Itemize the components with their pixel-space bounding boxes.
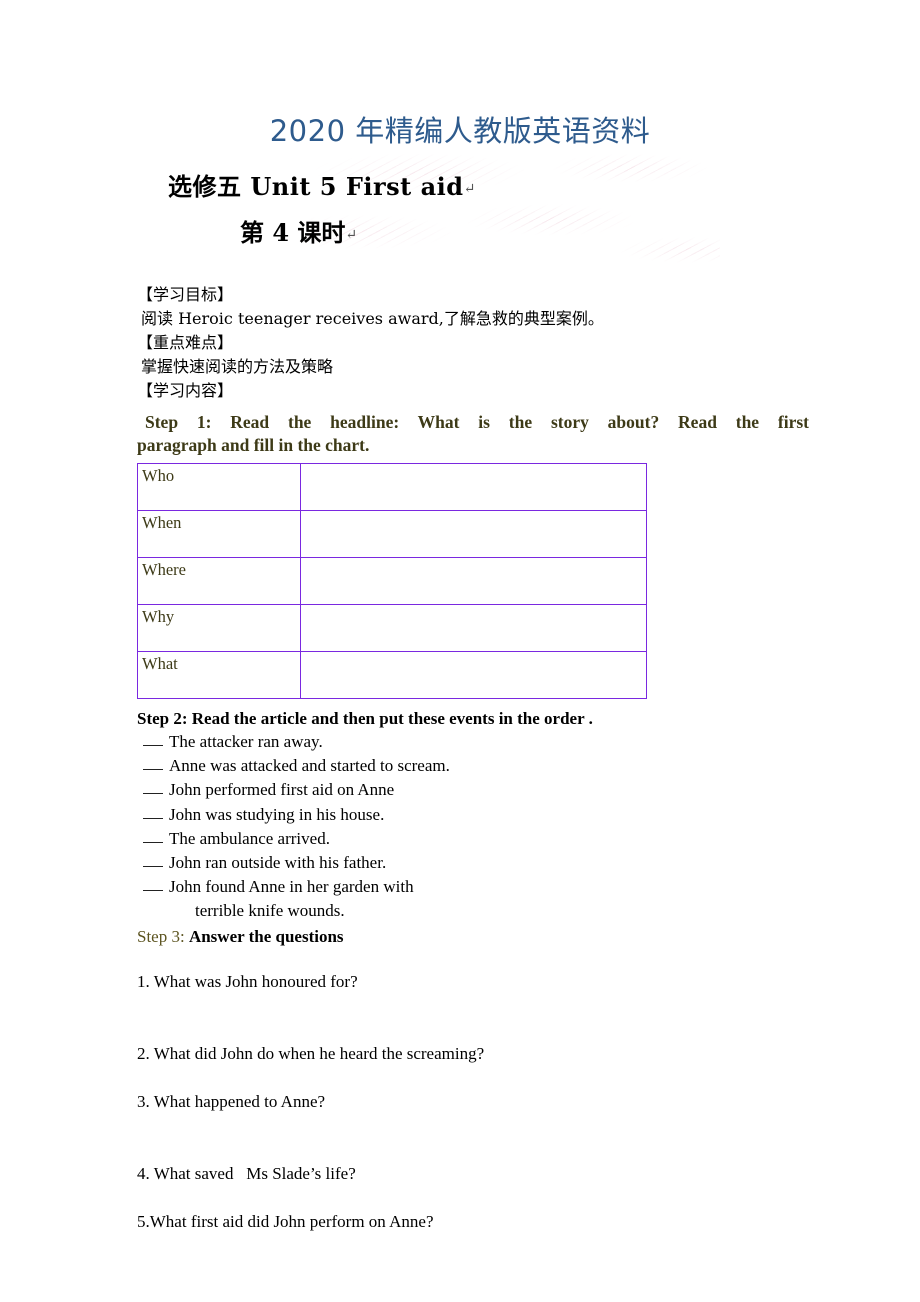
step2-instruction: Step 2: Read the article and then put th…	[137, 709, 593, 728]
list-item-label: John performed first aid on Anne	[169, 780, 395, 800]
answer-blank[interactable]	[143, 890, 163, 892]
table-row: Who	[137, 463, 647, 511]
list-item-label: The attacker ran away.	[169, 732, 323, 751]
event-order-list: The attacker ran away. Anne was attacked…	[137, 730, 877, 899]
step3-instruction: Step 3: Answer the questions	[137, 925, 877, 949]
step1-line-1: Step 1: Read the headline: What is the s…	[145, 412, 809, 432]
table-cell-label: Why	[137, 604, 301, 652]
list-item: John found Anne in her garden with	[143, 875, 877, 899]
document-banner: 2020 年精编人教版英语资料	[269, 114, 651, 148]
questions-list: 1. What was John honoured for? 2. What d…	[137, 971, 877, 1233]
objective-text: 阅读 Heroic teenager receives award,了解急救的典…	[141, 309, 604, 328]
page-subtitle: 第 4 课时↵	[0, 218, 920, 248]
list-item-label: Anne was attacked and started to scream.	[169, 756, 450, 776]
objective-heading: 【学习目标】	[137, 285, 234, 304]
answer-blank[interactable]	[143, 769, 163, 771]
table-cell-answer[interactable]	[300, 510, 647, 558]
paragraph-mark-icon: ↵	[463, 181, 476, 197]
list-item: Anne was attacked and started to scream.	[143, 754, 877, 778]
question-item: 4. What saved Ms Slade’s life?	[137, 1163, 356, 1183]
answer-blank[interactable]	[143, 817, 163, 819]
list-item-label: The ambulance arrived.	[169, 828, 330, 848]
five-w-chart-table: Who When Where Why What	[137, 463, 647, 699]
list-item: The attacker ran away.	[143, 730, 877, 754]
step1-line-2: paragraph and fill in the chart.	[137, 435, 370, 455]
question-item: 2. What did John do when he heard the sc…	[137, 1043, 485, 1063]
table-row: Why	[137, 604, 647, 652]
answer-blank[interactable]	[143, 866, 163, 868]
keypoint-heading: 【重点难点】	[137, 333, 234, 352]
document-page: 2020 年精编人教版英语资料 选修五 Unit 5 First aid↵ 第 …	[0, 0, 920, 1302]
answer-blank[interactable]	[143, 841, 163, 843]
table-body: Who When Where Why What	[137, 463, 647, 699]
table-cell-answer[interactable]	[300, 463, 647, 511]
page-title-text: 选修五 Unit 5 First aid	[168, 172, 464, 201]
page-title: 选修五 Unit 5 First aid↵	[0, 172, 920, 202]
table-cell-label: Who	[137, 463, 301, 511]
table-row: What	[137, 651, 647, 699]
table-cell-label: What	[137, 651, 301, 699]
list-item-label: John ran outside with his father.	[169, 853, 387, 873]
table-row: When	[137, 510, 647, 558]
table-cell-answer[interactable]	[300, 604, 647, 652]
document-body: 【学习目标】 阅读 Heroic teenager receives award…	[137, 283, 877, 1233]
list-item-label: John was studying in his house.	[169, 804, 385, 824]
question-item: 5.What first aid did John perform on Ann…	[137, 1211, 434, 1231]
question-item: 1. What was John honoured for?	[137, 971, 358, 991]
table-row: Where	[137, 557, 647, 605]
document-title-block: 选修五 Unit 5 First aid↵ 第 4 课时↵	[0, 172, 920, 248]
step3-label: Step 3:	[137, 926, 189, 946]
table-cell-label: When	[137, 510, 301, 558]
table-cell-answer[interactable]	[300, 557, 647, 605]
step1-instruction: Step 1: Read the headline: What is the s…	[137, 411, 809, 457]
page-subtitle-text: 第 4 课时	[240, 218, 346, 247]
answer-blank[interactable]	[143, 793, 163, 795]
list-item: John ran outside with his father.	[143, 851, 877, 875]
table-cell-answer[interactable]	[300, 651, 647, 699]
content-heading: 【学习内容】	[137, 381, 234, 400]
table-cell-label: Where	[137, 557, 301, 605]
answer-blank[interactable]	[143, 745, 163, 746]
list-item: The ambulance arrived.	[143, 827, 877, 851]
question-item: 3. What happened to Anne?	[137, 1091, 326, 1111]
step3-text: Answer the questions	[188, 926, 344, 946]
list-item: John was studying in his house.	[143, 803, 877, 827]
list-item: John performed first aid on Anne	[143, 778, 877, 802]
list-item-continuation: terrible knife wounds.	[195, 901, 345, 921]
paragraph-mark-icon: ↵	[345, 227, 358, 243]
keypoint-text: 掌握快速阅读的方法及策略	[141, 357, 334, 376]
list-item-label: John found Anne in her garden with	[169, 877, 414, 897]
